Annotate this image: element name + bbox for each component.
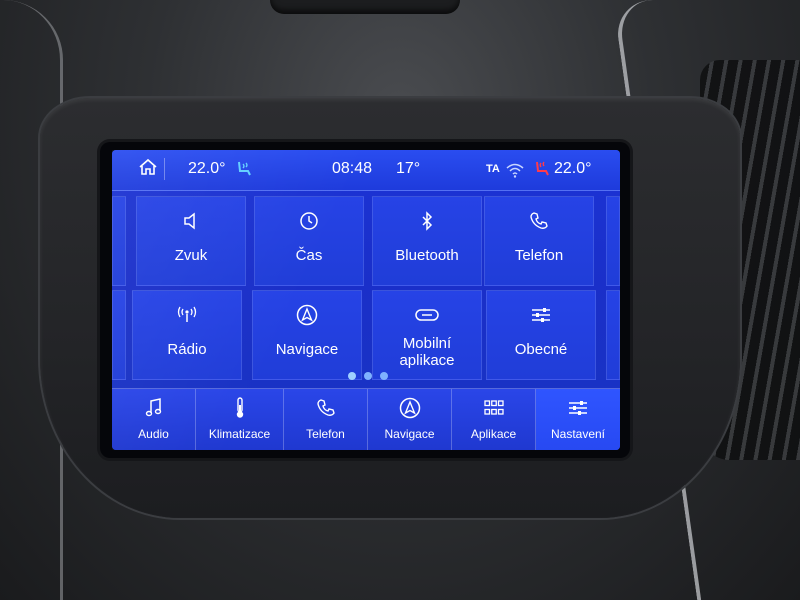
nav-label: Nastavení bbox=[550, 427, 606, 441]
traffic-announcement-indicator: TA bbox=[486, 163, 500, 175]
tile-label: Telefon bbox=[514, 247, 564, 264]
music-note-icon bbox=[145, 398, 161, 417]
page-dot[interactable] bbox=[364, 372, 372, 380]
bottom-navigation-bar: Audio Klimatizace Telefon Navigace Aplik… bbox=[112, 388, 620, 450]
speaker-icon bbox=[184, 212, 195, 230]
phone-icon bbox=[530, 212, 548, 229]
navigation-icon bbox=[296, 304, 318, 326]
thermometer-icon bbox=[236, 397, 243, 418]
sliders-icon bbox=[532, 308, 550, 322]
home-icon bbox=[139, 158, 157, 175]
page-dot[interactable] bbox=[380, 372, 388, 380]
phone-icon bbox=[316, 399, 335, 416]
tile-label: Navigace bbox=[275, 341, 339, 358]
tile-label: Zvuk bbox=[174, 247, 208, 264]
nav-aplikace[interactable]: Aplikace bbox=[452, 389, 536, 450]
next-page-tile-edge bbox=[606, 290, 620, 380]
nav-label: Audio bbox=[138, 427, 169, 441]
status-bar: 22.0° 08:48 17° TA 22.0° bbox=[112, 150, 620, 191]
nav-label: Aplikace bbox=[470, 427, 517, 441]
navigation-icon bbox=[399, 397, 420, 419]
passenger-temperature[interactable]: 22.0° bbox=[554, 160, 592, 178]
tile-telefon[interactable]: Telefon bbox=[484, 196, 594, 286]
nav-klimatizace[interactable]: Klimatizace bbox=[196, 389, 284, 450]
tile-radio[interactable]: Rádio bbox=[132, 290, 242, 380]
tile-zvuk[interactable]: Zvuk bbox=[136, 196, 246, 286]
nav-nastaveni[interactable]: Nastavení bbox=[536, 389, 620, 450]
nav-label: Telefon bbox=[306, 427, 345, 441]
top-air-vent bbox=[270, 0, 460, 14]
home-button[interactable] bbox=[138, 158, 165, 180]
infotainment-screen: 22.0° 08:48 17° TA 22.0° Zvuk Čas Blueto… bbox=[112, 150, 620, 450]
driver-temperature[interactable]: 22.0° bbox=[188, 160, 226, 178]
page-dot[interactable] bbox=[348, 372, 356, 380]
outside-temperature: 17° bbox=[396, 160, 421, 177]
wifi-icon bbox=[506, 163, 524, 178]
previous-page-tile-edge bbox=[112, 196, 126, 286]
nav-label: Navigace bbox=[384, 427, 435, 441]
seat-heat-icon[interactable] bbox=[532, 159, 552, 179]
tile-label: Čas bbox=[295, 247, 323, 264]
tile-label: Rádio bbox=[167, 341, 207, 358]
grid-icon bbox=[483, 400, 504, 415]
tile-navigace[interactable]: Navigace bbox=[252, 290, 362, 380]
tile-label: Bluetooth bbox=[395, 247, 459, 264]
tile-label: Obecné bbox=[514, 341, 568, 358]
tile-label: Mobilní aplikace bbox=[399, 335, 455, 369]
bluetooth-icon bbox=[422, 211, 433, 231]
clock-icon bbox=[300, 212, 318, 230]
radio-antenna-icon bbox=[177, 306, 197, 322]
tile-obecne[interactable]: Obecné bbox=[486, 290, 596, 380]
previous-page-tile-edge bbox=[112, 290, 126, 380]
tile-cas[interactable]: Čas bbox=[254, 196, 364, 286]
nav-telefon[interactable]: Telefon bbox=[284, 389, 368, 450]
next-page-tile-edge bbox=[606, 196, 620, 286]
clock-time: 08:48 bbox=[332, 160, 373, 177]
page-indicator[interactable] bbox=[348, 372, 398, 382]
nav-label: Klimatizace bbox=[208, 427, 271, 441]
settings-sliders-icon bbox=[569, 401, 587, 415]
nav-audio[interactable]: Audio bbox=[112, 389, 196, 450]
seat-ventilation-icon[interactable] bbox=[234, 159, 254, 179]
tile-bluetooth[interactable]: Bluetooth bbox=[372, 196, 482, 286]
mobile-apps-icon bbox=[415, 309, 439, 321]
nav-navigace[interactable]: Navigace bbox=[368, 389, 452, 450]
tile-mobilni-aplikace[interactable]: Mobilní aplikace bbox=[372, 290, 482, 380]
